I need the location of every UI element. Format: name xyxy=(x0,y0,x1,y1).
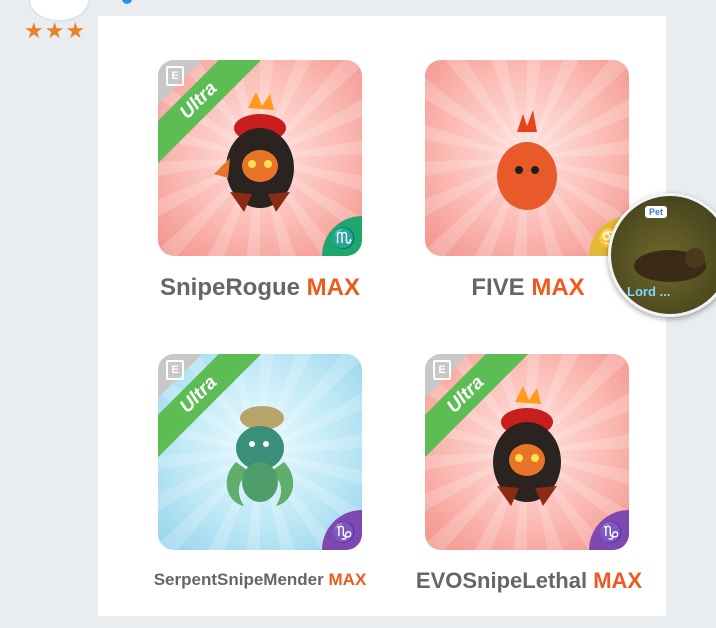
pet-image-sea-serpent xyxy=(226,406,294,506)
capricorn-icon: ♑ xyxy=(331,522,356,544)
pet-card-sniperogue[interactable]: E Ultra ♏ xyxy=(158,60,362,256)
pet-card-five[interactable]: ♋ xyxy=(425,60,629,256)
pet-name-serpentsnipemender: SerpentSnipeMender MAX xyxy=(153,570,367,589)
pet-card-serpentsnipemender[interactable]: E Ultra ♑ xyxy=(158,354,362,550)
pet-image-fire-rogue xyxy=(493,386,561,506)
pet-image-fire-rogue xyxy=(214,92,294,212)
bubble-caption: Lord ... xyxy=(627,284,671,299)
pet-name-five: FIVE MAX xyxy=(471,274,585,301)
pet-tag-label: Pet xyxy=(645,206,668,218)
pet-image-fire-blob xyxy=(497,110,557,210)
rating-stars: ★★★ xyxy=(24,18,87,43)
capricorn-icon: ♑ xyxy=(598,522,623,544)
pet-name-sniperogue: SnipeRogue MAX xyxy=(159,274,361,301)
pet-card-evosnipelethal[interactable]: E Ultra ♑ xyxy=(425,354,629,550)
scorpio-icon: ♏ xyxy=(331,228,356,250)
pet-name-evosnipelethal: EVOSnipeLethal MAX xyxy=(415,568,643,593)
pet-showcase-panel: E Ultra ♏ SnipeRogue MAX FIVE MAX E Ultr… xyxy=(98,16,666,616)
pet-bubble-image xyxy=(634,248,706,282)
online-indicator xyxy=(122,0,132,4)
